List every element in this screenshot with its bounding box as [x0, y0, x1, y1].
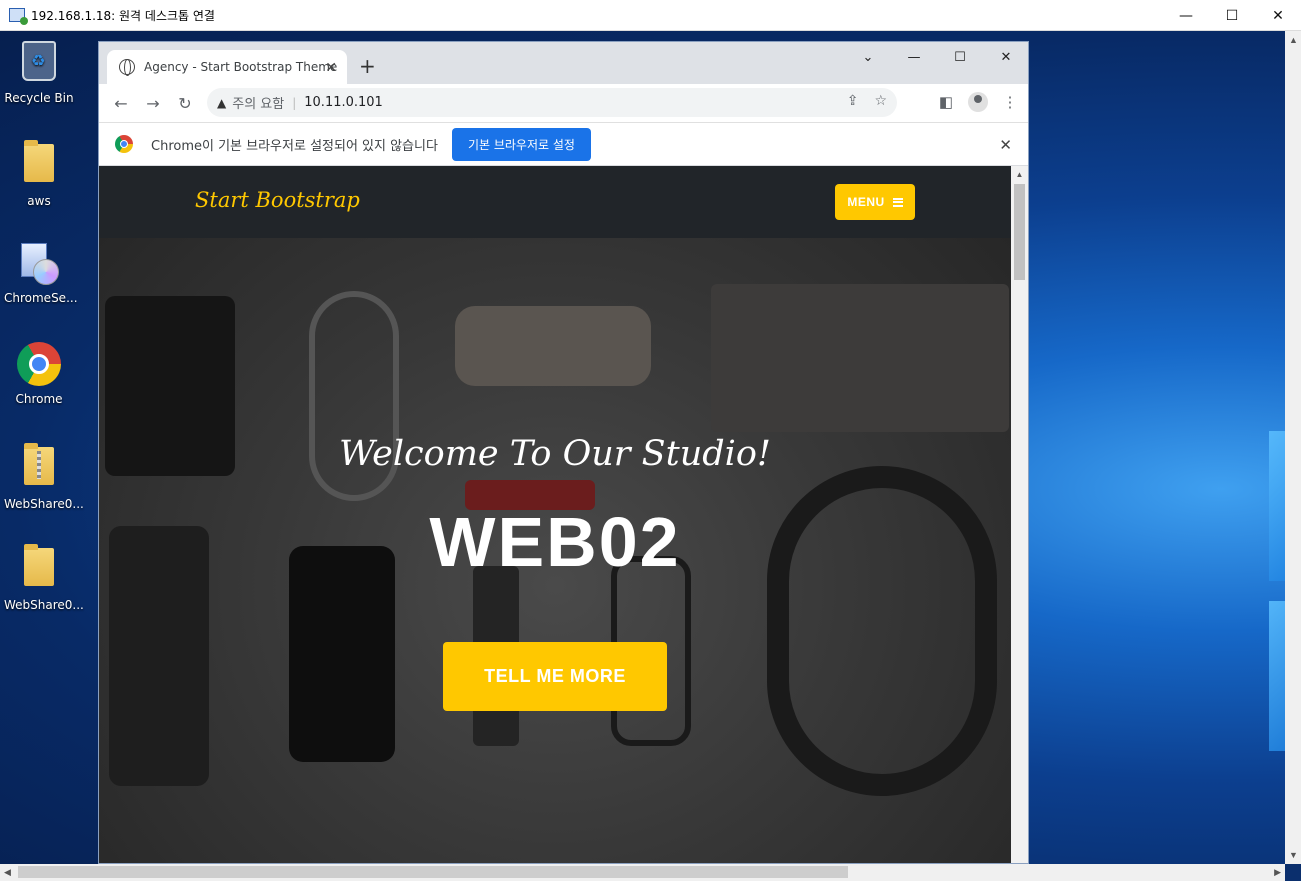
page-scrollbar[interactable]: ▲	[1011, 166, 1028, 863]
new-tab-button[interactable]: +	[359, 54, 376, 78]
rdp-close-button[interactable]: ✕	[1255, 0, 1301, 31]
windows-logo-wallpaper	[1215, 151, 1285, 851]
security-status[interactable]: 주의 요함	[232, 93, 284, 112]
setup-cd-icon	[19, 241, 59, 285]
remote-desktop-icon	[9, 8, 28, 25]
scrollbar-thumb[interactable]	[18, 866, 848, 878]
set-default-browser-button[interactable]: 기본 브라우저로 설정	[451, 127, 591, 161]
scrollbar-thumb[interactable]	[1014, 184, 1025, 280]
rdp-window-title: 192.168.1.18: 원격 데스크톱 연결	[31, 8, 215, 23]
reload-button[interactable]: ↻	[169, 87, 201, 119]
desktop-icon-label: Chrome	[15, 392, 63, 406]
rdp-title-bar: 192.168.1.18: 원격 데스크톱 연결 — ☐ ✕	[0, 0, 1301, 31]
tab-close-icon[interactable]: ✕	[325, 59, 337, 76]
profile-button[interactable]	[966, 88, 990, 116]
address-divider: |	[292, 95, 297, 110]
web-page: Start Bootstrap MENU Welcome To Our Stud…	[99, 166, 1011, 863]
desktop-icon-webshare-zip[interactable]: WebShare0...	[4, 443, 84, 511]
tell-me-more-button[interactable]: TELL ME MORE	[443, 642, 667, 711]
chrome-icon	[17, 342, 61, 386]
globe-icon	[119, 59, 135, 76]
side-panel-icon[interactable]: ◧	[934, 88, 958, 116]
share-icon[interactable]: ⇪	[847, 93, 859, 109]
infobar-message: Chrome이 기본 브라우저로 설정되어 있지 않습니다	[151, 138, 438, 154]
notebook-decoration	[711, 284, 1009, 432]
desktop-icon-label: Recycle Bin	[4, 91, 74, 105]
tab-agency[interactable]: Agency - Start Bootstrap Theme ✕	[107, 50, 347, 84]
zip-folder-icon	[24, 443, 54, 485]
folder-icon	[24, 544, 54, 586]
back-button[interactable]: ←	[105, 87, 137, 119]
rdp-vertical-scrollbar[interactable]: ▲ ▼	[1285, 31, 1301, 864]
forward-button[interactable]: →	[137, 87, 169, 119]
site-brand[interactable]: Start Bootstrap	[195, 188, 360, 212]
chrome-close-button[interactable]: ✕	[983, 42, 1028, 72]
scroll-up-icon[interactable]: ▲	[1289, 35, 1298, 45]
tab-search-button[interactable]: ⌄	[845, 42, 891, 72]
rdp-maximize-button[interactable]: ☐	[1209, 0, 1255, 31]
rdp-minimize-button[interactable]: —	[1163, 0, 1209, 31]
desktop-icon-label: WebShare0...	[4, 497, 84, 511]
menu-label: MENU	[847, 195, 885, 209]
hamburger-icon	[892, 197, 903, 207]
default-browser-infobar: Chrome이 기본 브라우저로 설정되어 있지 않습니다 기본 브라우저로 설…	[99, 122, 1028, 166]
chrome-icon	[115, 135, 133, 153]
url-text[interactable]: 10.11.0.101	[304, 95, 383, 110]
tab-title: Agency - Start Bootstrap Theme	[144, 60, 338, 74]
browser-toolbar: ← → ↻ ▲ 주의 요함 | 10.11.0.101 ⇪ ☆ ◧ ⋮	[99, 84, 1028, 122]
infobar-close-icon[interactable]: ✕	[999, 136, 1012, 154]
hero-heading: WEB02	[429, 503, 681, 581]
desktop-icon-aws[interactable]: aws	[4, 140, 74, 208]
address-bar[interactable]: ▲ 주의 요함 | 10.11.0.101 ⇪ ☆	[207, 88, 897, 117]
recycle-bin-icon	[22, 41, 56, 81]
folder-icon	[24, 140, 54, 182]
hero-subheading: Welcome To Our Studio!	[339, 434, 771, 474]
warning-icon[interactable]: ▲	[217, 96, 226, 110]
avatar-icon	[968, 92, 988, 112]
scroll-right-icon[interactable]: ▶	[1274, 867, 1281, 878]
desktop-icon-label: aws	[27, 194, 51, 208]
scroll-left-icon[interactable]: ◀	[4, 867, 11, 878]
desktop-icon-recycle-bin[interactable]: Recycle Bin	[4, 39, 74, 105]
scroll-up-icon[interactable]: ▲	[1011, 166, 1028, 182]
menu-toggle-button[interactable]: MENU	[835, 184, 915, 220]
chrome-maximize-button[interactable]: ☐	[937, 42, 983, 72]
desktop-icon-chrome[interactable]: Chrome	[4, 342, 74, 406]
desktop-icon-label: ChromeSe...	[4, 291, 78, 305]
chrome-window: Agency - Start Bootstrap Theme ✕ + ⌄ — ☐…	[98, 41, 1029, 864]
desktop-icon-webshare-folder[interactable]: WebShare0...	[4, 544, 84, 612]
bowtie-decoration	[455, 306, 651, 386]
tab-strip: Agency - Start Bootstrap Theme ✕ + ⌄ — ☐…	[99, 42, 1028, 84]
site-navbar: Start Bootstrap MENU	[99, 166, 1011, 238]
chrome-menu-button[interactable]: ⋮	[998, 88, 1022, 116]
desktop-icon-chrome-setup[interactable]: ChromeSe...	[4, 241, 78, 305]
chrome-minimize-button[interactable]: —	[891, 42, 937, 72]
desktop-icon-label: WebShare0...	[4, 598, 84, 612]
rdp-horizontal-scrollbar[interactable]: ◀ ▶	[0, 864, 1285, 881]
scroll-down-icon[interactable]: ▼	[1289, 850, 1298, 860]
bookmark-star-icon[interactable]: ☆	[874, 93, 887, 109]
